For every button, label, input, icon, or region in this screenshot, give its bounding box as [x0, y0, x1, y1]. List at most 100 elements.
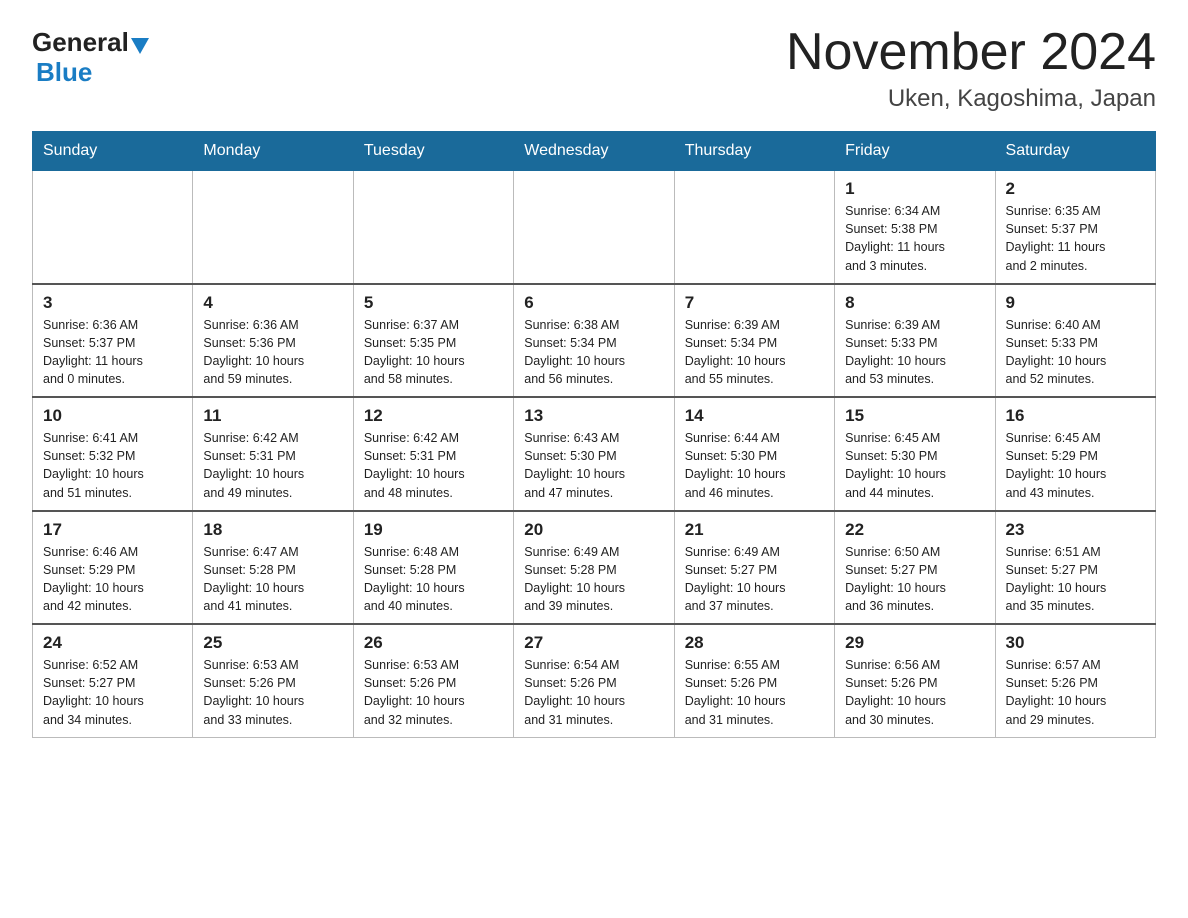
day-info: Sunrise: 6:46 AM Sunset: 5:29 PM Dayligh… — [43, 543, 184, 616]
col-header-thursday: Thursday — [674, 132, 834, 171]
calendar-cell: 6 Sunrise: 6:38 AM Sunset: 5:34 PM Daylig… — [514, 284, 674, 398]
calendar-table: SundayMondayTuesdayWednesdayThursdayFrid… — [32, 131, 1156, 738]
day-number: 30 — [1006, 633, 1147, 653]
calendar-cell: 8 Sunrise: 6:39 AM Sunset: 5:33 PM Daylig… — [835, 284, 995, 398]
calendar-cell: 3Sunrise: 6:36 AM Sunset: 5:37 PM Daylig… — [33, 284, 193, 398]
calendar-cell — [353, 171, 513, 284]
calendar-cell: 29 Sunrise: 6:56 AM Sunset: 5:26 PM Dayli… — [835, 624, 995, 737]
calendar-cell: 19 Sunrise: 6:48 AM Sunset: 5:28 PM Dayli… — [353, 511, 513, 625]
day-info: Sunrise: 6:41 AM Sunset: 5:32 PM Dayligh… — [43, 429, 184, 502]
day-info: Sunrise: 6:42 AM Sunset: 5:31 PM Dayligh… — [364, 429, 505, 502]
day-info: Sunrise: 6:34 AM Sunset: 5:38 PM Dayligh… — [845, 202, 986, 275]
day-info: Sunrise: 6:43 AM Sunset: 5:30 PM Dayligh… — [524, 429, 665, 502]
calendar-cell — [514, 171, 674, 284]
calendar-cell: 12 Sunrise: 6:42 AM Sunset: 5:31 PM Dayli… — [353, 397, 513, 511]
calendar-cell: 2 Sunrise: 6:35 AM Sunset: 5:37 PM Daylig… — [995, 171, 1155, 284]
day-number: 4 — [203, 293, 344, 313]
day-info: Sunrise: 6:44 AM Sunset: 5:30 PM Dayligh… — [685, 429, 826, 502]
calendar-cell — [674, 171, 834, 284]
col-header-monday: Monday — [193, 132, 353, 171]
day-number: 15 — [845, 406, 986, 426]
day-info: Sunrise: 6:40 AM Sunset: 5:33 PM Dayligh… — [1006, 316, 1147, 389]
day-info: Sunrise: 6:50 AM Sunset: 5:27 PM Dayligh… — [845, 543, 986, 616]
day-number: 28 — [685, 633, 826, 653]
day-number: 8 — [845, 293, 986, 313]
calendar-cell: 14 Sunrise: 6:44 AM Sunset: 5:30 PM Dayli… — [674, 397, 834, 511]
day-info: Sunrise: 6:37 AM Sunset: 5:35 PM Dayligh… — [364, 316, 505, 389]
calendar-cell: 21Sunrise: 6:49 AM Sunset: 5:27 PM Dayli… — [674, 511, 834, 625]
week-row-2: 3Sunrise: 6:36 AM Sunset: 5:37 PM Daylig… — [33, 284, 1156, 398]
calendar-cell: 13 Sunrise: 6:43 AM Sunset: 5:30 PM Dayli… — [514, 397, 674, 511]
day-number: 21 — [685, 520, 826, 540]
day-info: Sunrise: 6:56 AM Sunset: 5:26 PM Dayligh… — [845, 656, 986, 729]
header-row: SundayMondayTuesdayWednesdayThursdayFrid… — [33, 132, 1156, 171]
calendar-cell: 4 Sunrise: 6:36 AM Sunset: 5:36 PM Daylig… — [193, 284, 353, 398]
week-row-5: 24 Sunrise: 6:52 AM Sunset: 5:27 PM Dayli… — [33, 624, 1156, 737]
logo-text: General — [32, 28, 149, 57]
calendar-cell: 7 Sunrise: 6:39 AM Sunset: 5:34 PM Daylig… — [674, 284, 834, 398]
day-info: Sunrise: 6:45 AM Sunset: 5:30 PM Dayligh… — [845, 429, 986, 502]
day-info: Sunrise: 6:51 AM Sunset: 5:27 PM Dayligh… — [1006, 543, 1147, 616]
day-info: Sunrise: 6:35 AM Sunset: 5:37 PM Dayligh… — [1006, 202, 1147, 275]
calendar-cell: 11Sunrise: 6:42 AM Sunset: 5:31 PM Dayli… — [193, 397, 353, 511]
calendar-cell: 9 Sunrise: 6:40 AM Sunset: 5:33 PM Daylig… — [995, 284, 1155, 398]
day-info: Sunrise: 6:53 AM Sunset: 5:26 PM Dayligh… — [203, 656, 344, 729]
day-number: 16 — [1006, 406, 1147, 426]
day-number: 12 — [364, 406, 505, 426]
week-row-1: 1 Sunrise: 6:34 AM Sunset: 5:38 PM Daylig… — [33, 171, 1156, 284]
calendar-cell: 22Sunrise: 6:50 AM Sunset: 5:27 PM Dayli… — [835, 511, 995, 625]
day-info: Sunrise: 6:48 AM Sunset: 5:28 PM Dayligh… — [364, 543, 505, 616]
col-header-saturday: Saturday — [995, 132, 1155, 171]
day-number: 11 — [203, 406, 344, 426]
calendar-cell: 15 Sunrise: 6:45 AM Sunset: 5:30 PM Dayli… — [835, 397, 995, 511]
day-number: 23 — [1006, 520, 1147, 540]
day-number: 24 — [43, 633, 184, 653]
title-block: November 2024 Uken, Kagoshima, Japan — [786, 24, 1156, 113]
day-number: 2 — [1006, 179, 1147, 199]
day-number: 13 — [524, 406, 665, 426]
day-info: Sunrise: 6:53 AM Sunset: 5:26 PM Dayligh… — [364, 656, 505, 729]
calendar-cell: 10 Sunrise: 6:41 AM Sunset: 5:32 PM Dayli… — [33, 397, 193, 511]
calendar-cell: 5 Sunrise: 6:37 AM Sunset: 5:35 PM Daylig… — [353, 284, 513, 398]
logo-blue: Blue — [36, 57, 92, 88]
day-number: 6 — [524, 293, 665, 313]
day-number: 29 — [845, 633, 986, 653]
day-number: 14 — [685, 406, 826, 426]
col-header-sunday: Sunday — [33, 132, 193, 171]
day-info: Sunrise: 6:52 AM Sunset: 5:27 PM Dayligh… — [43, 656, 184, 729]
day-number: 7 — [685, 293, 826, 313]
calendar-cell: 1 Sunrise: 6:34 AM Sunset: 5:38 PM Daylig… — [835, 171, 995, 284]
day-number: 19 — [364, 520, 505, 540]
day-info: Sunrise: 6:45 AM Sunset: 5:29 PM Dayligh… — [1006, 429, 1147, 502]
day-info: Sunrise: 6:49 AM Sunset: 5:28 PM Dayligh… — [524, 543, 665, 616]
day-number: 5 — [364, 293, 505, 313]
col-header-wednesday: Wednesday — [514, 132, 674, 171]
calendar-cell: 16 Sunrise: 6:45 AM Sunset: 5:29 PM Dayli… — [995, 397, 1155, 511]
day-number: 27 — [524, 633, 665, 653]
day-number: 17 — [43, 520, 184, 540]
day-number: 1 — [845, 179, 986, 199]
calendar-cell — [33, 171, 193, 284]
calendar-cell: 23 Sunrise: 6:51 AM Sunset: 5:27 PM Dayli… — [995, 511, 1155, 625]
calendar-title: November 2024 — [786, 24, 1156, 81]
logo: General Blue — [32, 24, 149, 88]
calendar-cell: 28 Sunrise: 6:55 AM Sunset: 5:26 PM Dayli… — [674, 624, 834, 737]
day-info: Sunrise: 6:38 AM Sunset: 5:34 PM Dayligh… — [524, 316, 665, 389]
day-number: 25 — [203, 633, 344, 653]
day-number: 10 — [43, 406, 184, 426]
week-row-4: 17 Sunrise: 6:46 AM Sunset: 5:29 PM Dayli… — [33, 511, 1156, 625]
calendar-subtitle: Uken, Kagoshima, Japan — [786, 85, 1156, 113]
calendar-cell: 17 Sunrise: 6:46 AM Sunset: 5:29 PM Dayli… — [33, 511, 193, 625]
day-info: Sunrise: 6:39 AM Sunset: 5:34 PM Dayligh… — [685, 316, 826, 389]
day-info: Sunrise: 6:39 AM Sunset: 5:33 PM Dayligh… — [845, 316, 986, 389]
day-number: 9 — [1006, 293, 1147, 313]
day-info: Sunrise: 6:57 AM Sunset: 5:26 PM Dayligh… — [1006, 656, 1147, 729]
day-info: Sunrise: 6:36 AM Sunset: 5:36 PM Dayligh… — [203, 316, 344, 389]
calendar-cell: 20Sunrise: 6:49 AM Sunset: 5:28 PM Dayli… — [514, 511, 674, 625]
calendar-cell: 27Sunrise: 6:54 AM Sunset: 5:26 PM Dayli… — [514, 624, 674, 737]
day-number: 26 — [364, 633, 505, 653]
day-info: Sunrise: 6:36 AM Sunset: 5:37 PM Dayligh… — [43, 316, 184, 389]
calendar-cell: 25 Sunrise: 6:53 AM Sunset: 5:26 PM Dayli… — [193, 624, 353, 737]
day-info: Sunrise: 6:55 AM Sunset: 5:26 PM Dayligh… — [685, 656, 826, 729]
header: General Blue November 2024 Uken, Kagoshi… — [32, 24, 1156, 113]
